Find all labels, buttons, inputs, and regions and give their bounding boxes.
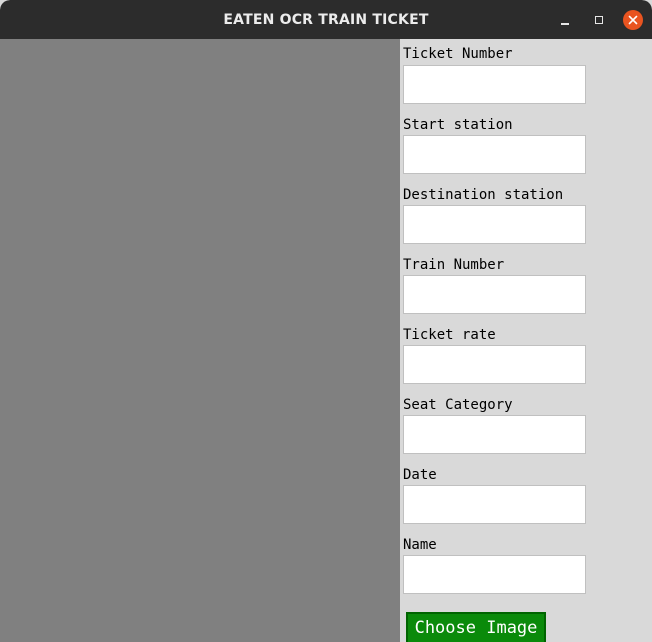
ticket-form: Ticket Number Start station Destination …: [400, 39, 652, 642]
ticket-number-label: Ticket Number: [403, 46, 513, 62]
image-preview-area: [0, 39, 400, 642]
seat-category-label: Seat Category: [403, 397, 513, 413]
window-title: EATEN OCR TRAIN TICKET: [223, 12, 429, 28]
choose-image-button[interactable]: Choose Image: [406, 612, 546, 642]
seat-category-input[interactable]: [403, 415, 586, 454]
ticket-number-input[interactable]: [403, 65, 586, 104]
destination-station-label: Destination station: [403, 187, 564, 203]
minimize-icon: [561, 23, 569, 25]
start-station-input[interactable]: [403, 135, 586, 174]
ticket-rate-input[interactable]: [403, 345, 586, 384]
name-input[interactable]: [403, 555, 586, 594]
maximize-icon: [595, 16, 603, 24]
minimize-button[interactable]: [556, 10, 576, 30]
name-label: Name: [403, 537, 437, 553]
close-icon: [628, 15, 638, 25]
destination-station-input[interactable]: [403, 205, 586, 244]
train-number-input[interactable]: [403, 275, 586, 314]
ticket-rate-label: Ticket rate: [403, 327, 496, 343]
app-window: EATEN OCR TRAIN TICKET Ticket Number Sta…: [0, 0, 652, 642]
maximize-button[interactable]: [589, 10, 609, 30]
close-button[interactable]: [623, 10, 643, 30]
date-input[interactable]: [403, 485, 586, 524]
date-label: Date: [403, 467, 437, 483]
start-station-label: Start station: [403, 117, 513, 133]
train-number-label: Train Number: [403, 257, 505, 273]
title-bar[interactable]: EATEN OCR TRAIN TICKET: [0, 0, 652, 39]
